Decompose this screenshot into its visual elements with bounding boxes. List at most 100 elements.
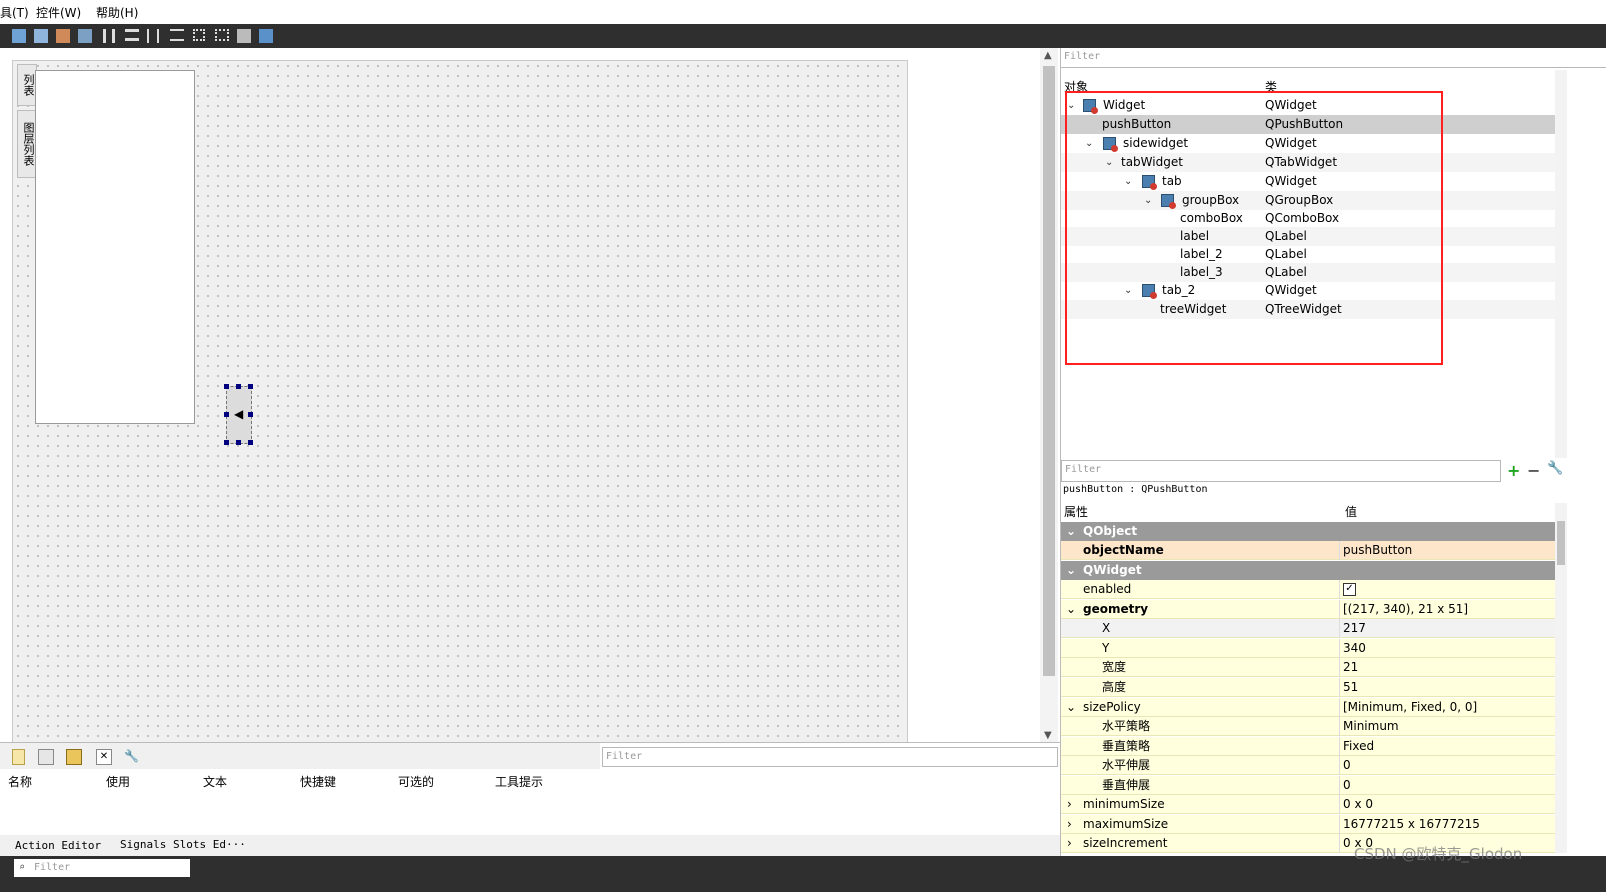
property-value[interactable]: 0 x 0 — [1343, 795, 1373, 814]
scroll-thumb[interactable] — [1043, 66, 1055, 676]
property-value[interactable]: 16777215 x 16777215 — [1343, 815, 1480, 834]
column-header-text[interactable]: 文本 — [203, 773, 227, 790]
chevron-right-icon[interactable]: › — [1067, 795, 1072, 814]
property-filter-input[interactable]: Filter — [1061, 460, 1501, 482]
chevron-right-icon[interactable]: › — [1067, 834, 1072, 853]
action-editor-toolbar: ✕ 🔧 — [0, 743, 600, 769]
divider — [1339, 698, 1340, 717]
layout-grid-icon[interactable] — [215, 29, 229, 41]
configure-wrench-icon[interactable]: 🔧 — [124, 749, 139, 763]
resize-handle[interactable] — [236, 384, 241, 389]
tab-list[interactable]: 列表 — [17, 64, 37, 106]
property-horizontal-stretch[interactable]: 水平伸展 0 — [1061, 756, 1555, 775]
column-header-tooltip[interactable]: 工具提示 — [495, 773, 543, 790]
layout-horizontal-icon[interactable] — [103, 29, 115, 43]
object-inspector-scrollbar[interactable] — [1555, 70, 1567, 458]
side-tab-bar: 列表 图层列表 — [17, 64, 37, 184]
column-header-checkable[interactable]: 可选的 — [398, 773, 434, 790]
copy-action-icon[interactable] — [38, 749, 54, 765]
property-height[interactable]: 高度 51 — [1061, 678, 1555, 697]
edit-widgets-icon[interactable] — [12, 29, 26, 43]
property-sizepolicy[interactable]: ⌄ sizePolicy [Minimum, Fixed, 0, 0] — [1061, 698, 1555, 717]
layout-vertical-icon[interactable] — [125, 29, 139, 41]
property-value[interactable]: pushButton — [1343, 541, 1412, 560]
add-dynamic-property-icon[interactable]: + — [1507, 461, 1520, 480]
adjust-size-icon[interactable] — [259, 29, 273, 43]
property-value[interactable]: [(217, 340), 21 x 51] — [1343, 600, 1468, 619]
property-value[interactable]: 217 — [1343, 619, 1366, 638]
scroll-up-icon[interactable]: ▲ — [1044, 50, 1052, 61]
property-value[interactable]: 340 — [1343, 639, 1366, 658]
property-editor-scrollbar[interactable] — [1555, 503, 1567, 853]
delete-action-icon[interactable]: ✕ — [96, 749, 112, 765]
resize-handle[interactable] — [248, 440, 253, 445]
property-minimumsize[interactable]: › minimumSize 0 x 0 — [1061, 795, 1555, 814]
property-name: 水平策略 — [1102, 719, 1151, 733]
layout-form-icon[interactable] — [193, 29, 205, 41]
property-objectname[interactable]: objectName pushButton — [1061, 541, 1555, 560]
resize-handle[interactable] — [224, 384, 229, 389]
header-property[interactable]: 属性 — [1064, 503, 1088, 520]
property-value[interactable]: 51 — [1343, 678, 1358, 697]
property-value[interactable]: [Minimum, Fixed, 0, 0] — [1343, 698, 1477, 717]
sidewidget-panel[interactable] — [35, 70, 195, 424]
section-qobject[interactable]: ⌄ QObject — [1061, 522, 1555, 541]
resize-handle[interactable] — [224, 412, 229, 417]
property-geometry[interactable]: ⌄ geometry [(217, 340), 21 x 51] — [1061, 600, 1555, 619]
property-value[interactable]: 0 — [1343, 776, 1351, 795]
property-vertical-policy[interactable]: 垂直策略 Fixed — [1061, 737, 1555, 756]
divider — [1339, 834, 1340, 853]
chevron-down-icon[interactable]: ⌄ — [1066, 561, 1076, 580]
chevron-down-icon[interactable]: ⌄ — [1066, 522, 1076, 541]
property-value[interactable]: Minimum — [1343, 717, 1399, 736]
property-value[interactable]: 0 — [1343, 756, 1351, 775]
new-action-icon[interactable] — [12, 749, 25, 765]
menu-tools[interactable]: 具(T) — [0, 4, 29, 21]
configure-wrench-icon[interactable]: 🔧 — [1547, 461, 1563, 476]
column-header-shortcut[interactable]: 快捷键 — [300, 773, 336, 790]
property-width[interactable]: 宽度 21 — [1061, 658, 1555, 677]
status-filter-input[interactable]: ⌕ Filter — [14, 859, 190, 877]
object-filter-input[interactable]: Filter — [1061, 48, 1606, 68]
divider — [1339, 678, 1340, 697]
menu-help[interactable]: 帮助(H) — [96, 4, 138, 21]
remove-property-icon[interactable]: − — [1527, 461, 1540, 480]
property-enabled[interactable]: enabled ✓ — [1061, 580, 1555, 599]
tab-action-editor[interactable]: Action Editor — [15, 839, 101, 852]
chevron-right-icon[interactable]: › — [1067, 815, 1072, 834]
tab-signals-slots[interactable]: Signals Slots Ed··· — [120, 838, 246, 851]
chevron-down-icon[interactable]: ⌄ — [1066, 698, 1076, 717]
edit-signals-icon[interactable] — [34, 29, 48, 43]
property-y[interactable]: Y 340 — [1061, 639, 1555, 658]
header-value[interactable]: 值 — [1345, 503, 1357, 520]
paste-action-icon[interactable] — [66, 749, 82, 765]
tab-layer-list[interactable]: 图层列表 — [17, 110, 37, 178]
column-header-used[interactable]: 使用 — [106, 773, 130, 790]
property-vertical-stretch[interactable]: 垂直伸展 0 — [1061, 776, 1555, 795]
layout-splitter-h-icon[interactable] — [147, 29, 159, 43]
property-value[interactable]: 21 — [1343, 658, 1358, 677]
column-header-name[interactable]: 名称 — [8, 773, 32, 790]
action-filter-input[interactable]: Filter — [602, 747, 1058, 767]
property-value[interactable]: Fixed — [1343, 737, 1374, 756]
resize-handle[interactable] — [248, 384, 253, 389]
menu-widgets[interactable]: 控件(W) — [36, 4, 81, 21]
property-x[interactable]: X 217 — [1061, 619, 1555, 638]
scroll-thumb[interactable] — [1557, 521, 1565, 565]
break-layout-icon[interactable] — [237, 29, 251, 43]
chevron-down-icon[interactable]: ⌄ — [1066, 600, 1076, 619]
resize-handle[interactable] — [248, 412, 253, 417]
property-name: 垂直伸展 — [1102, 778, 1151, 792]
resize-handle[interactable] — [236, 440, 241, 445]
layout-splitter-v-icon[interactable] — [170, 29, 184, 41]
selected-push-button[interactable]: ◀ — [224, 384, 253, 445]
scroll-down-icon[interactable]: ▼ — [1044, 730, 1052, 741]
canvas-scrollbar[interactable]: ▲ ▼ — [1040, 48, 1058, 760]
property-horizontal-policy[interactable]: 水平策略 Minimum — [1061, 717, 1555, 736]
resize-handle[interactable] — [224, 440, 229, 445]
enabled-checkbox[interactable]: ✓ — [1343, 583, 1356, 596]
edit-tab-order-icon[interactable] — [78, 29, 92, 43]
edit-buddies-icon[interactable] — [56, 29, 70, 43]
section-qwidget[interactable]: ⌄ QWidget — [1061, 561, 1555, 580]
property-maximumsize[interactable]: › maximumSize 16777215 x 16777215 — [1061, 815, 1555, 834]
